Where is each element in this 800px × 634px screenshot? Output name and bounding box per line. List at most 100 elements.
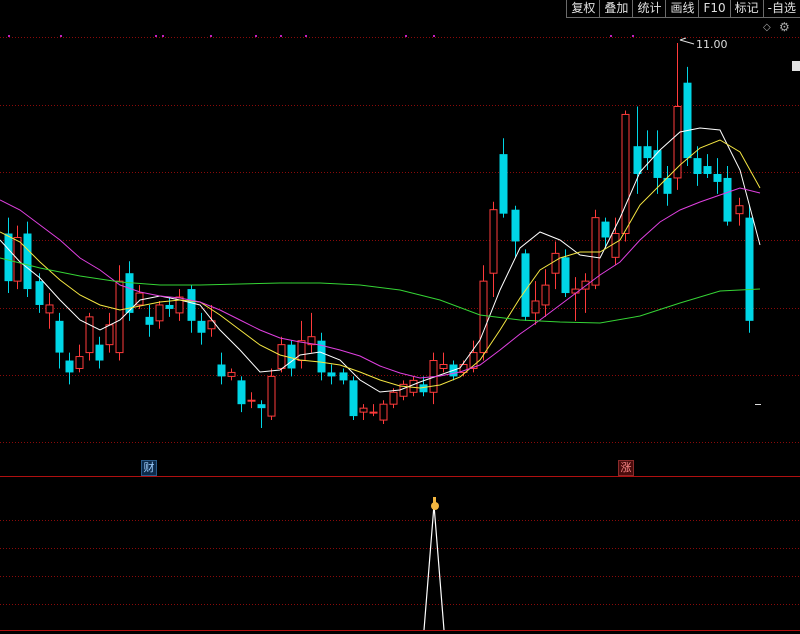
ma5-line	[0, 127, 761, 393]
candle-body	[541, 284, 550, 306]
candle	[55, 312, 64, 369]
candle-body	[105, 324, 114, 346]
candle	[591, 209, 600, 290]
candle	[95, 336, 104, 369]
candle	[13, 225, 22, 290]
indicator-line	[423, 504, 445, 631]
high-price-label: 11.00	[696, 38, 728, 51]
signal-dot	[210, 35, 212, 37]
candle	[633, 106, 642, 194]
pointing-hand-icon	[431, 497, 439, 510]
candle-body	[531, 300, 540, 314]
candle	[327, 364, 336, 385]
candle	[479, 265, 488, 361]
candlestick-series	[4, 43, 754, 428]
candle-body	[499, 154, 508, 214]
candle-body	[155, 304, 164, 322]
toolbar-button-4[interactable]: F10	[698, 0, 730, 18]
candle-body	[95, 344, 104, 361]
candle	[197, 312, 206, 345]
candle	[713, 158, 722, 194]
candle-body	[125, 273, 134, 313]
ma60-line	[0, 257, 761, 324]
candle	[745, 205, 754, 333]
candle-body	[277, 344, 286, 369]
candle-body	[55, 320, 64, 353]
candle-body	[369, 411, 378, 414]
limit-up-badge[interactable]: 涨	[618, 460, 634, 476]
candle-body	[85, 316, 94, 354]
candle	[399, 380, 408, 401]
candle	[145, 304, 154, 337]
toolbar-button-5[interactable]: 标记	[729, 0, 763, 18]
signal-dot	[255, 35, 257, 37]
candle-body	[4, 233, 13, 282]
candle	[187, 285, 196, 333]
gear-icon[interactable]: ⚙	[779, 20, 790, 34]
candle	[155, 300, 164, 329]
candle	[349, 376, 358, 421]
candle-body	[745, 217, 754, 321]
candle	[217, 352, 226, 385]
candle	[125, 261, 134, 321]
moving-average-lines	[0, 127, 761, 393]
signal-dot	[433, 35, 435, 37]
candle	[601, 217, 610, 250]
candle-body	[713, 173, 722, 182]
candle-body	[723, 177, 732, 222]
candle	[237, 376, 246, 413]
candle	[45, 293, 54, 329]
top-toolbar: 复权 叠加 统计 画线 F10 标记 -自选	[566, 0, 800, 18]
toolbar-button-0[interactable]: 复权	[566, 0, 600, 18]
candle-body	[297, 340, 306, 362]
signal-dot	[280, 35, 282, 37]
candle	[115, 265, 124, 361]
candle	[409, 376, 418, 397]
signal-dot	[610, 35, 612, 37]
signal-dot	[162, 35, 164, 37]
candle	[75, 344, 84, 373]
candle	[4, 217, 13, 294]
signal-dot	[60, 35, 62, 37]
candle	[551, 241, 560, 290]
toolbar-button-2[interactable]: 统计	[632, 0, 666, 18]
candle	[257, 400, 266, 428]
kline-chart[interactable]: 11.00	[0, 0, 800, 634]
candle-body	[145, 316, 154, 325]
candle-body	[45, 304, 54, 314]
candle	[175, 289, 184, 321]
toolbar-button-3[interactable]: 画线	[665, 0, 699, 18]
candle	[489, 201, 498, 298]
candle	[511, 205, 520, 258]
candle-body	[115, 280, 124, 354]
candle-body	[257, 404, 266, 409]
high-price-annotation: 11.00	[679, 37, 728, 51]
finance-badge[interactable]: 财	[141, 460, 157, 476]
candle	[35, 273, 44, 313]
price-tick-mark	[755, 404, 761, 405]
candle-body	[591, 217, 600, 286]
toolbar-button-6[interactable]: -自选	[762, 0, 800, 18]
candle-body	[227, 371, 236, 377]
menu-box-icon[interactable]	[792, 61, 800, 71]
candle-body	[735, 205, 744, 215]
candle	[23, 221, 32, 298]
candle-body	[439, 363, 448, 369]
diamond-icon[interactable]: ◇	[763, 22, 771, 33]
candle	[165, 297, 174, 317]
candle-body	[165, 304, 174, 309]
candle-body	[601, 221, 610, 238]
signal-dot	[305, 35, 307, 37]
candle-body	[621, 113, 630, 235]
candle	[735, 197, 744, 226]
candle	[359, 404, 368, 421]
candle-body	[489, 209, 498, 274]
signal-dot	[8, 35, 10, 37]
candle	[339, 368, 348, 385]
candle-body	[521, 253, 530, 317]
ma10-line	[0, 139, 761, 389]
toolbar-button-1[interactable]: 叠加	[599, 0, 633, 18]
indicator-panel	[423, 504, 445, 631]
candle	[531, 281, 540, 325]
candle-body	[65, 360, 74, 373]
